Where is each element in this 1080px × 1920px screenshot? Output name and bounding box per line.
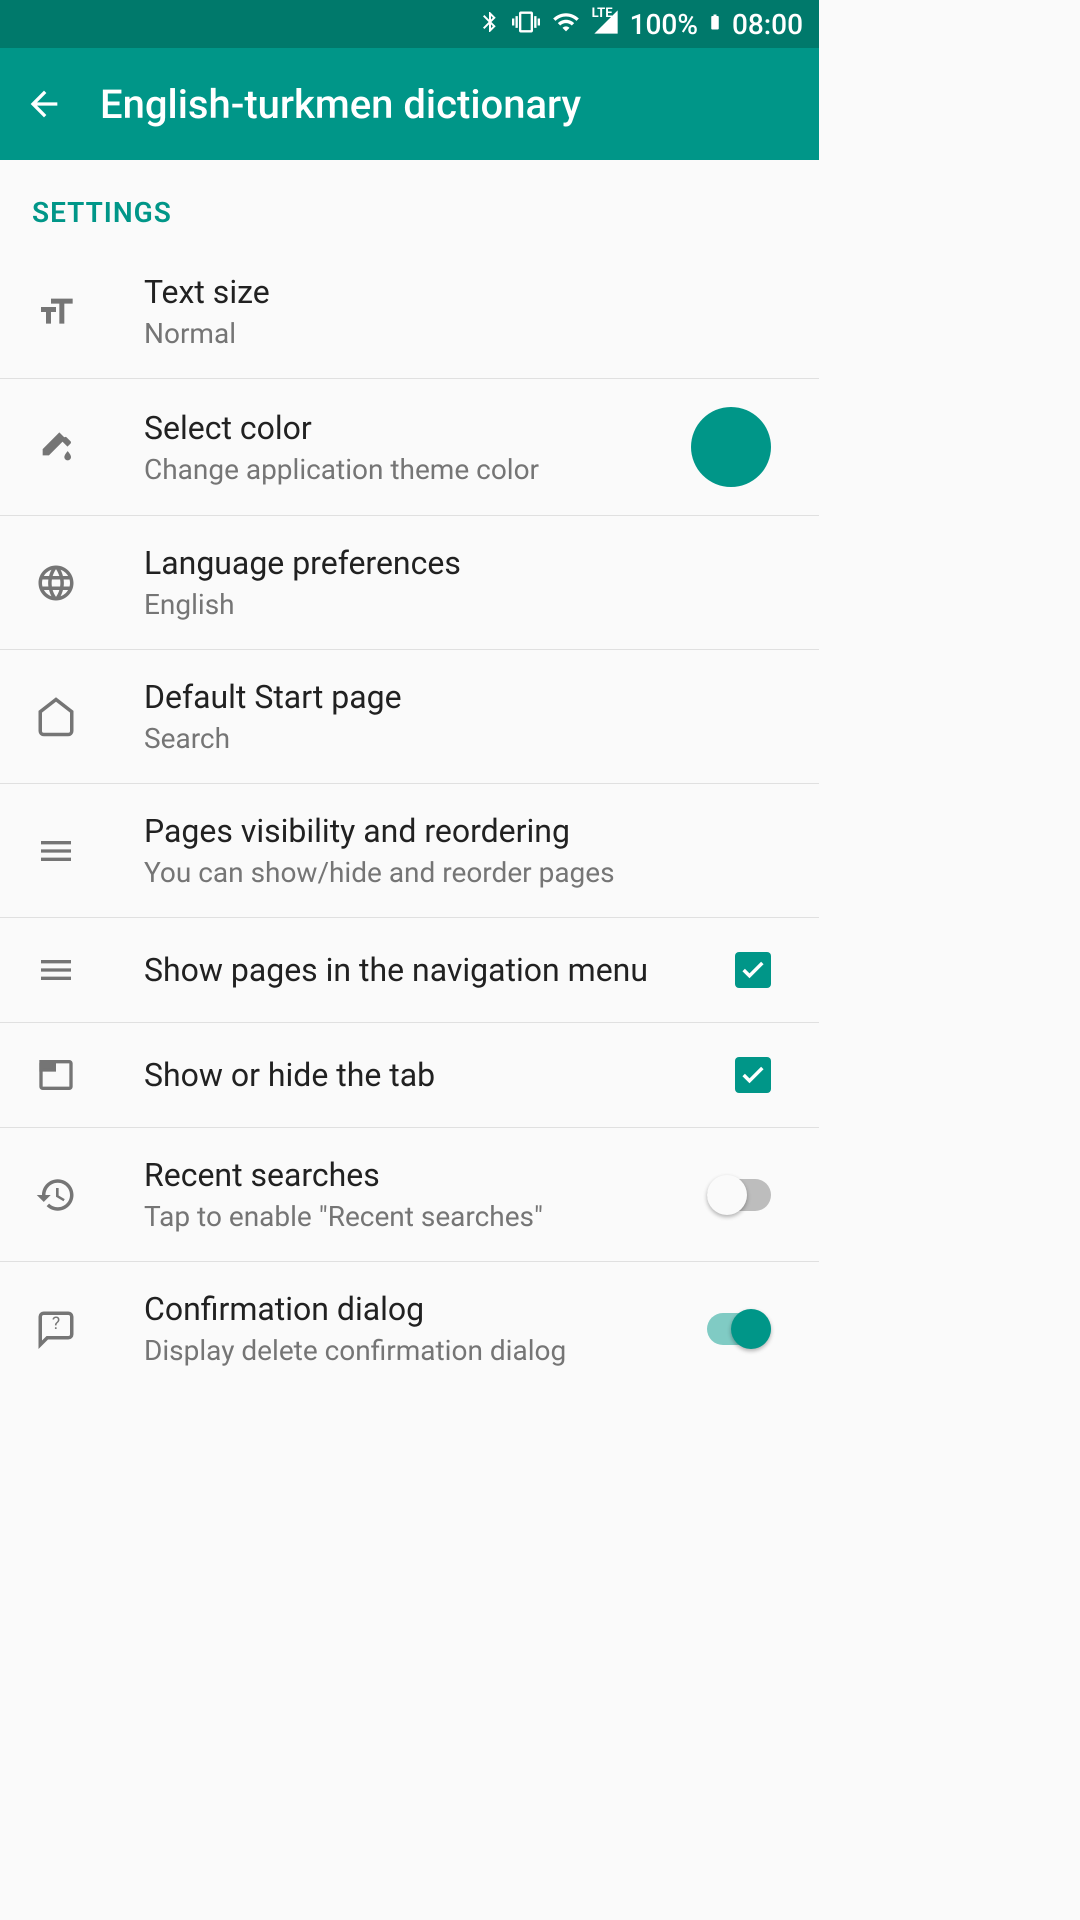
app-title: English-turkmen dictionary bbox=[100, 81, 581, 128]
color-preview-circle bbox=[691, 407, 771, 487]
svg-text:?: ? bbox=[52, 1314, 60, 1334]
signal-icon: LTE bbox=[590, 8, 622, 40]
history-icon bbox=[32, 1171, 80, 1219]
battery-percentage: 100% bbox=[630, 8, 698, 41]
show-pages-nav-title: Show pages in the navigation menu bbox=[144, 951, 735, 989]
confirmation-dialog-switch[interactable] bbox=[707, 1313, 771, 1345]
text-size-title: Text size bbox=[144, 273, 787, 311]
language-title: Language preferences bbox=[144, 544, 787, 582]
setting-show-pages-nav[interactable]: Show pages in the navigation menu bbox=[0, 918, 819, 1023]
globe-icon bbox=[32, 559, 80, 607]
confirmation-dialog-title: Confirmation dialog bbox=[144, 1290, 707, 1328]
help-message-icon: ? bbox=[32, 1305, 80, 1353]
bluetooth-icon bbox=[478, 8, 502, 40]
tab-icon bbox=[32, 1051, 80, 1099]
clock-time: 08:00 bbox=[732, 8, 803, 41]
text-size-value: Normal bbox=[144, 317, 787, 350]
start-page-value: Search bbox=[144, 722, 787, 755]
select-color-title: Select color bbox=[144, 409, 691, 447]
recent-searches-switch[interactable] bbox=[707, 1179, 771, 1211]
show-hide-tab-checkbox[interactable] bbox=[735, 1057, 771, 1093]
status-bar: LTE 100% 08:00 bbox=[0, 0, 819, 48]
app-bar: English-turkmen dictionary bbox=[0, 48, 819, 160]
wifi-icon bbox=[550, 8, 582, 40]
setting-language[interactable]: Language preferences English bbox=[0, 516, 819, 650]
home-icon bbox=[32, 693, 80, 741]
pages-visibility-subtitle: You can show/hide and reorder pages bbox=[144, 856, 787, 889]
menu-icon bbox=[32, 827, 80, 875]
menu-icon bbox=[32, 946, 80, 994]
start-page-title: Default Start page bbox=[144, 678, 787, 716]
status-icons: LTE 100% 08:00 bbox=[478, 6, 803, 42]
show-hide-tab-title: Show or hide the tab bbox=[144, 1056, 735, 1094]
section-header-settings: SETTINGS bbox=[0, 160, 819, 245]
recent-searches-title: Recent searches bbox=[144, 1156, 707, 1194]
back-button[interactable] bbox=[24, 84, 64, 124]
vibrate-icon bbox=[510, 8, 542, 40]
setting-confirmation-dialog[interactable]: ? Confirmation dialog Display delete con… bbox=[0, 1262, 819, 1395]
pages-visibility-title: Pages visibility and reordering bbox=[144, 812, 787, 850]
battery-icon bbox=[706, 6, 724, 42]
setting-text-size[interactable]: Text size Normal bbox=[0, 245, 819, 379]
language-value: English bbox=[144, 588, 787, 621]
setting-start-page[interactable]: Default Start page Search bbox=[0, 650, 819, 784]
confirmation-dialog-subtitle: Display delete confirmation dialog bbox=[144, 1334, 707, 1367]
setting-show-hide-tab[interactable]: Show or hide the tab bbox=[0, 1023, 819, 1128]
text-size-icon bbox=[32, 288, 80, 336]
recent-searches-subtitle: Tap to enable "Recent searches" bbox=[144, 1200, 707, 1233]
show-pages-nav-checkbox[interactable] bbox=[735, 952, 771, 988]
setting-recent-searches[interactable]: Recent searches Tap to enable "Recent se… bbox=[0, 1128, 819, 1262]
setting-pages-visibility[interactable]: Pages visibility and reordering You can … bbox=[0, 784, 819, 918]
lte-label: LTE bbox=[592, 6, 613, 21]
format-color-icon bbox=[32, 423, 80, 471]
setting-select-color[interactable]: Select color Change application theme co… bbox=[0, 379, 819, 516]
select-color-subtitle: Change application theme color bbox=[144, 453, 691, 486]
